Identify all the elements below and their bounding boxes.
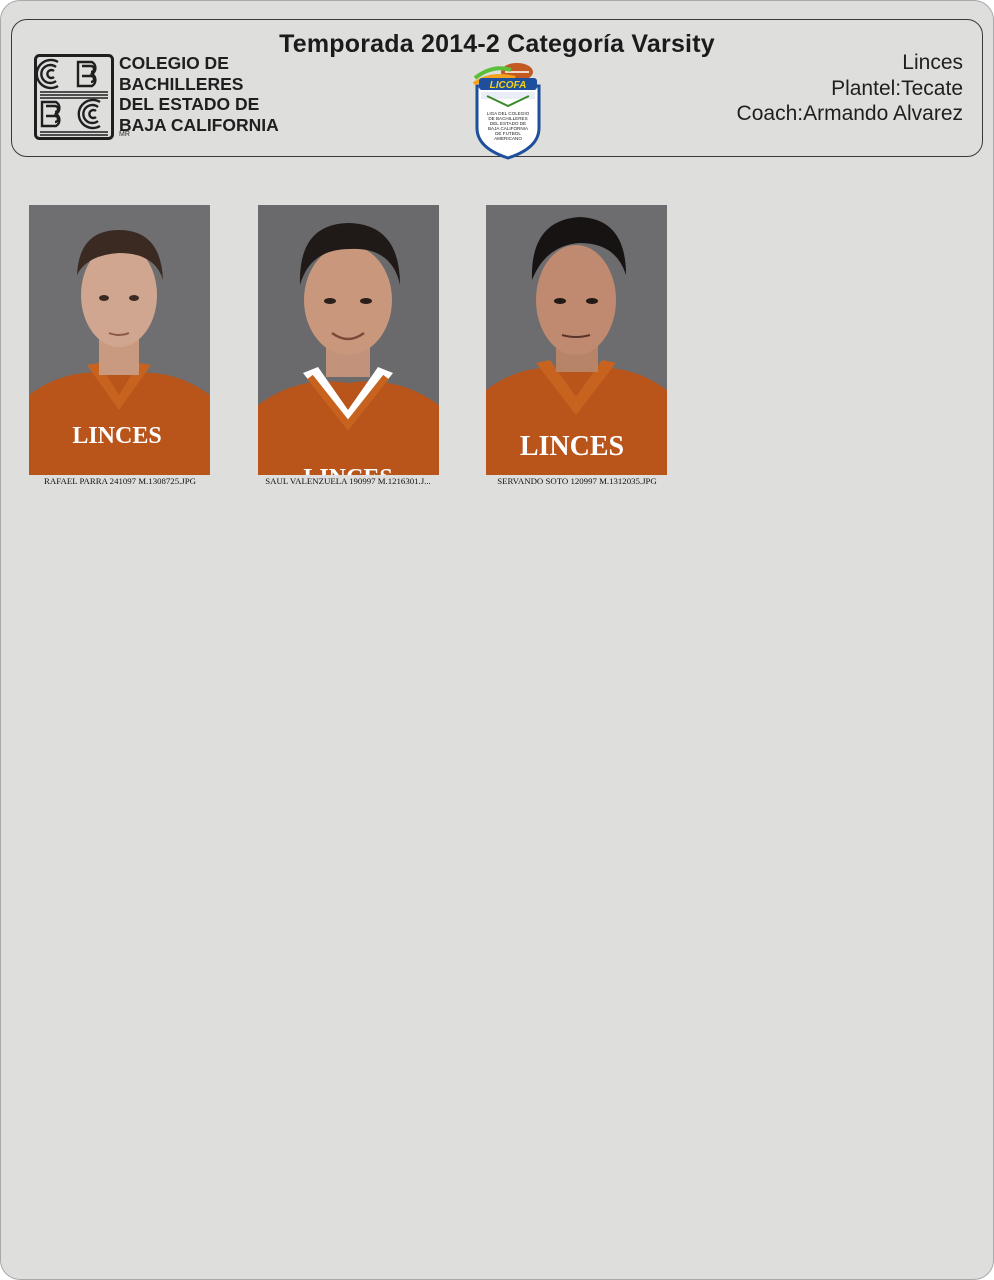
player-card: LINCES RAFAEL PARRA 241097 M.1308725.JPG [25,205,215,486]
svg-text:AMERICANO: AMERICANO [494,136,522,141]
coach-name: Coach:Armando Alvarez [736,102,963,125]
player-photo: LINCES [29,205,210,475]
team-name: Linces [902,51,963,74]
player-caption: SERVANDO SOTO 120997 M.1312035.JPG [497,476,657,486]
player-photo: LINCES [258,205,439,475]
cobach-logo-mark: MR [119,131,130,138]
licofa-league-logo-icon: LICOFA LIGA DEL COLEGIO DE BACHILLERES D… [472,63,541,160]
roster-page: Temporada 2014-2 Categoría Varsity COLEG… [0,0,994,1280]
roster-header: Temporada 2014-2 Categoría Varsity COLEG… [11,19,983,160]
campus-name: Plantel:Tecate [831,76,963,100]
licofa-logo-name: LICOFA [490,80,527,91]
player-caption: SAUL VALENZUELA 190997 M.1216301.J... [265,476,431,486]
svg-text:LINCES: LINCES [72,423,161,449]
team-info: Linces Plantel:Tecate Coach:Armando Alva… [737,50,963,127]
cobach-logo-text: COLEGIO DE BACHILLERES DEL ESTADO DE BAJ… [119,53,279,135]
player-card: LINCES SAUL VALENZUELA 190997 M.1216301.… [253,205,443,486]
player-photo: LINCES [486,205,667,475]
cobach-logo-icon [34,54,114,140]
svg-text:LINCES: LINCES [520,431,624,462]
player-caption: RAFAEL PARRA 241097 M.1308725.JPG [44,476,196,486]
player-card: LINCES SERVANDO SOTO 120997 M.1312035.JP… [482,205,672,486]
svg-text:LINCES: LINCES [303,465,392,475]
